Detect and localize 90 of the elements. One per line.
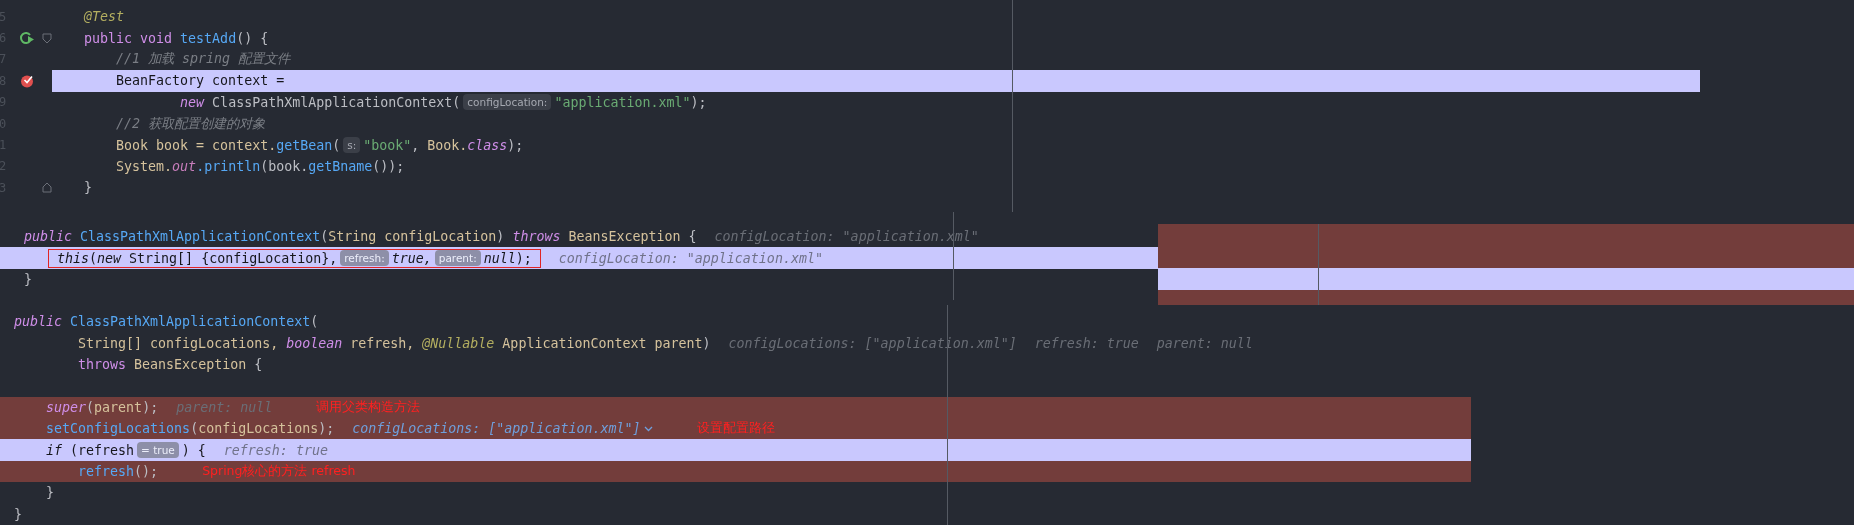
fold-icon[interactable] bbox=[42, 32, 52, 44]
code-text: Book. bbox=[427, 137, 468, 153]
code-text: String configLocation bbox=[328, 229, 497, 245]
code-text: setConfigLocations bbox=[45, 421, 191, 437]
code-text: "book" bbox=[363, 137, 412, 153]
code-text: configLocations bbox=[198, 421, 319, 437]
code-text: String[] configLocations, bbox=[77, 335, 280, 351]
code-text: public bbox=[24, 229, 74, 245]
code-text: parent bbox=[94, 399, 143, 415]
code-text: ( bbox=[86, 399, 95, 415]
parameter-hint: s: bbox=[343, 137, 361, 154]
code-text: @Nullable bbox=[422, 335, 495, 351]
code-text: class bbox=[467, 137, 508, 153]
code-text: throws bbox=[512, 229, 561, 245]
code-text: public void bbox=[83, 30, 174, 46]
code-text: } bbox=[24, 271, 32, 287]
code-text: refresh, bbox=[349, 335, 416, 351]
parameter-hint: parent: bbox=[434, 250, 481, 267]
code-text: String[] {configLocation}, bbox=[128, 250, 338, 266]
inline-value: configLocations: ["application.xml"] bbox=[352, 421, 641, 437]
code-text: boolean bbox=[286, 335, 343, 351]
inline-value: configLocations: ["application.xml"] bbox=[728, 335, 1017, 351]
code-text: { bbox=[253, 356, 263, 372]
inline-value: parent: null bbox=[1156, 335, 1253, 351]
code-text: ) { bbox=[181, 442, 206, 458]
code-text: BeansException bbox=[567, 229, 681, 245]
code-text: new bbox=[179, 94, 205, 110]
code-text: ( bbox=[310, 314, 319, 330]
code-text: ClassPathXmlApplicationContext bbox=[70, 314, 311, 330]
annotation-note: 设置配置路径 bbox=[697, 420, 776, 438]
code-text: ); bbox=[142, 399, 159, 415]
inline-value: refresh: true bbox=[1034, 335, 1139, 351]
inline-value: configLocation: "application.xml" bbox=[558, 250, 823, 266]
code-text: out bbox=[172, 158, 197, 174]
code-text: .println bbox=[196, 158, 261, 174]
code-text: testAdd bbox=[180, 30, 237, 46]
fold-icon[interactable] bbox=[42, 182, 52, 194]
code-text: getBean bbox=[276, 137, 333, 153]
code-text: refresh bbox=[77, 463, 135, 479]
code-text: ( bbox=[332, 137, 341, 153]
code-text: this bbox=[57, 250, 90, 266]
code-text: new bbox=[97, 250, 122, 266]
code-text: } bbox=[45, 485, 55, 501]
code-text: getBname bbox=[308, 158, 373, 174]
code-text: ClassPathXmlApplicationContext( bbox=[211, 94, 461, 110]
code-text: BeansException bbox=[133, 356, 247, 372]
code-text: ); bbox=[507, 137, 524, 153]
code-text: ); bbox=[515, 250, 532, 266]
code-text: ( bbox=[89, 250, 98, 266]
annotation-note: Spring核心的方法 refresh bbox=[202, 462, 356, 480]
code-text: Book book = context. bbox=[115, 137, 277, 153]
code-text: ()); bbox=[372, 158, 405, 174]
code-text: (); bbox=[134, 463, 159, 479]
code-text: //2 获取配置创建的对象 bbox=[115, 114, 266, 133]
inline-value: configLocation: "application.xml" bbox=[714, 229, 979, 245]
code-text: @Test bbox=[83, 9, 125, 25]
chevron-down-icon[interactable] bbox=[644, 425, 654, 432]
code-text: ) bbox=[702, 335, 711, 351]
code-text: ClassPathXmlApplicationContext bbox=[80, 229, 321, 245]
code-text: System. bbox=[115, 158, 173, 174]
inline-value: parent: null bbox=[176, 399, 273, 415]
annotation-note: 调用父类构造方法 bbox=[316, 398, 421, 416]
code-text: super bbox=[45, 399, 87, 415]
code-text: { bbox=[687, 229, 697, 245]
parameter-hint: refresh: bbox=[340, 250, 389, 267]
code-text: (refresh bbox=[69, 442, 135, 458]
code-text: BeanFactory context = bbox=[115, 73, 285, 89]
code-text: ); bbox=[318, 421, 335, 437]
code-text: } bbox=[83, 180, 93, 196]
value-hint: = true bbox=[137, 442, 179, 459]
code-text: throws bbox=[77, 356, 127, 372]
code-text: ( bbox=[190, 421, 199, 437]
run-icon[interactable] bbox=[20, 31, 35, 46]
code-text: if bbox=[45, 442, 63, 458]
code-text: ); bbox=[690, 94, 707, 110]
code-text: ) bbox=[496, 229, 506, 245]
parameter-hint: configLocation: bbox=[463, 94, 552, 111]
code-text: true, bbox=[391, 250, 432, 266]
code-text: null bbox=[483, 250, 516, 266]
code-text: ApplicationContext parent bbox=[501, 335, 703, 351]
code-text: (book. bbox=[260, 158, 309, 174]
code-text: , bbox=[411, 137, 421, 153]
code-text: () { bbox=[236, 30, 269, 46]
inline-value: refresh: true bbox=[223, 442, 328, 458]
code-text: ( bbox=[320, 229, 329, 245]
code-text: //1 加载 spring 配置文件 bbox=[115, 50, 291, 69]
code-text: public bbox=[14, 314, 64, 330]
breakpoint-icon[interactable] bbox=[20, 73, 34, 88]
code-text: } bbox=[14, 506, 22, 522]
code-text: "application.xml" bbox=[554, 94, 691, 110]
